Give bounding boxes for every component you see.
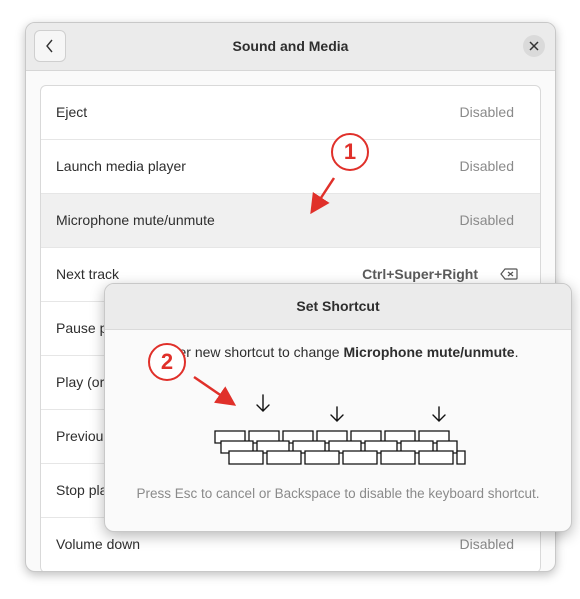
annotation-number: 2 (160, 349, 174, 374)
shortcut-value: Disabled (459, 212, 514, 228)
close-icon (529, 41, 539, 51)
shortcut-value: Disabled (459, 158, 514, 174)
dialog-hint: Press Esc to cancel or Backspace to disa… (136, 486, 540, 501)
shortcut-label: Microphone mute/unmute (56, 212, 215, 228)
window-title: Sound and Media (232, 38, 349, 54)
backspace-icon[interactable] (500, 268, 518, 280)
dialog-header: Set Shortcut (105, 284, 571, 330)
shortcut-label: Play (or (56, 374, 105, 390)
shortcut-value: Disabled (459, 536, 514, 552)
dialog-title: Set Shortcut (296, 298, 380, 314)
shortcut-value: Ctrl+Super+Right (362, 266, 478, 282)
dialog-message-suffix: . (514, 344, 519, 360)
shortcut-value: Disabled (459, 104, 514, 120)
shortcut-label: Launch media player (56, 158, 186, 174)
shortcut-label: Stop pla (56, 482, 108, 498)
shortcut-row-launch-media-player[interactable]: Launch media player Disabled (41, 140, 540, 194)
keyboard-illustration-icon (214, 394, 466, 465)
annotation-callout-2: 2 (148, 343, 186, 381)
shortcut-label: Pause p (56, 320, 108, 336)
annotation-number: 1 (343, 139, 357, 164)
annotation-callout-1: 1 (331, 133, 369, 171)
shortcut-label: Eject (56, 104, 88, 120)
shortcut-label: Volume down (56, 536, 141, 552)
shortcut-row-microphone-mute[interactable]: Microphone mute/unmute Disabled (41, 194, 540, 248)
shortcut-label: Next track (56, 266, 120, 282)
shortcut-row-eject[interactable]: Eject Disabled (41, 86, 540, 140)
dialog-message-target: Microphone mute/unmute (343, 344, 515, 360)
set-shortcut-dialog: Set Shortcut Enter new shortcut to chang… (104, 283, 572, 532)
shortcut-label: Previou (56, 428, 104, 444)
close-button[interactable] (523, 35, 545, 57)
header-bar: Sound and Media (26, 23, 555, 71)
